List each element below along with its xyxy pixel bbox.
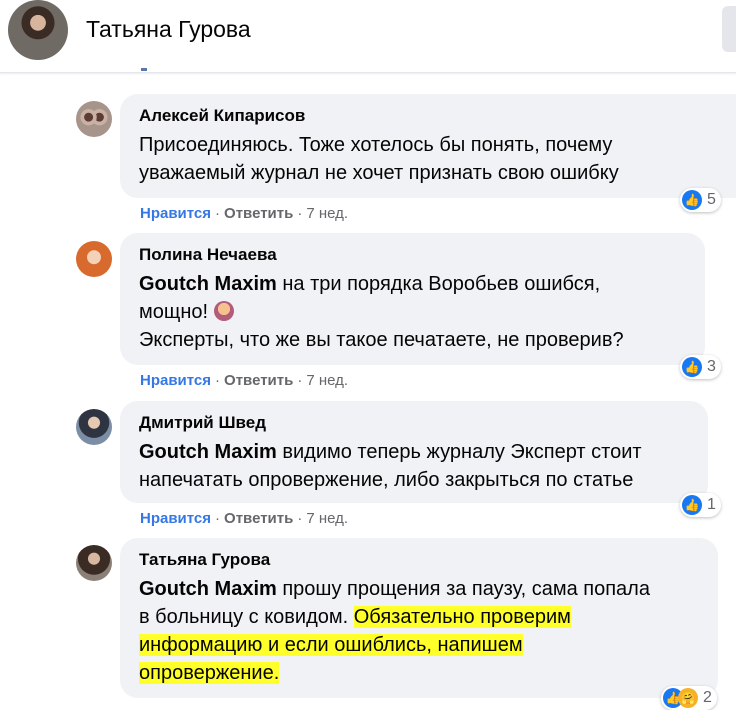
highlighted-text: Обязательно проверим [353,606,571,628]
profile-header: Татьяна Гурова [0,0,736,73]
like-button[interactable]: Нравится [140,510,211,527]
reaction-summary[interactable]: 👍 1 [680,493,721,517]
page-title[interactable]: Татьяна Гурова [86,16,251,43]
comment-actions: Нравится · Ответить · 7 нед. [140,510,349,527]
comment-bubble: Татьяна Гурова Goutch Maxim прошу прощен… [120,538,718,698]
comment-bubble: Полина Нечаева Goutch Maxim на три поряд… [120,233,705,365]
highlighted-text: опровержение. [139,662,280,684]
like-icon: 👍 [682,357,702,377]
comment-author[interactable]: Алексей Кипарисов [139,106,305,126]
reaction-summary[interactable]: 👍 5 [680,188,721,212]
like-button[interactable]: Нравится [140,205,211,222]
comment-author[interactable]: Татьяна Гурова [139,550,270,570]
comment-text: Goutch Maxim прошу прощения за паузу, са… [139,578,650,684]
avatar[interactable] [8,0,68,60]
reply-button[interactable]: Ответить [224,205,293,222]
comment-text: Goutch Maxim на три порядка Воробьев оши… [139,273,624,351]
reaction-summary[interactable]: 👍 🤗 2 [661,686,717,710]
like-icon: 👍 [682,190,702,210]
comment-timestamp[interactable]: 7 нед. [306,510,348,527]
comment-text: Goutch Maxim видимо теперь журналу Экспе… [139,441,642,491]
like-icon: 👍 [682,495,702,515]
comment-bubble: Алексей Кипарисов Присоединяюсь. Тоже хо… [120,94,736,198]
comment-actions: Нравится · Ответить · 7 нед. [140,205,349,222]
like-button[interactable]: Нравится [140,372,211,389]
truncated-action-link [141,68,147,71]
avatar[interactable] [76,241,112,277]
comment-author[interactable]: Полина Нечаева [139,245,277,265]
mention-link[interactable]: Goutch Maxim [139,441,277,463]
care-icon: 🤗 [678,688,698,708]
woman-shrugging-emoji [214,301,235,321]
comment-timestamp[interactable]: 7 нед. [306,372,348,389]
comment-bubble: Дмитрий Швед Goutch Maxim видимо теперь … [120,401,708,503]
avatar[interactable] [76,409,112,445]
reaction-summary[interactable]: 👍 3 [680,355,721,379]
comment-author[interactable]: Дмитрий Швед [139,413,266,433]
comment-actions: Нравится · Ответить · 7 нед. [140,372,349,389]
mention-link[interactable]: Goutch Maxim [139,578,277,600]
reply-button[interactable]: Ответить [224,510,293,527]
mention-link[interactable]: Goutch Maxim [139,273,277,295]
avatar[interactable] [76,545,112,581]
comment-text: Присоединяюсь. Тоже хотелось бы понять, … [139,134,619,184]
avatar[interactable] [76,101,112,137]
highlighted-text: информацию и если ошиблись, напишем [139,634,523,656]
header-action-button[interactable] [722,6,736,52]
comment-timestamp[interactable]: 7 нед. [306,205,348,222]
reply-button[interactable]: Ответить [224,372,293,389]
